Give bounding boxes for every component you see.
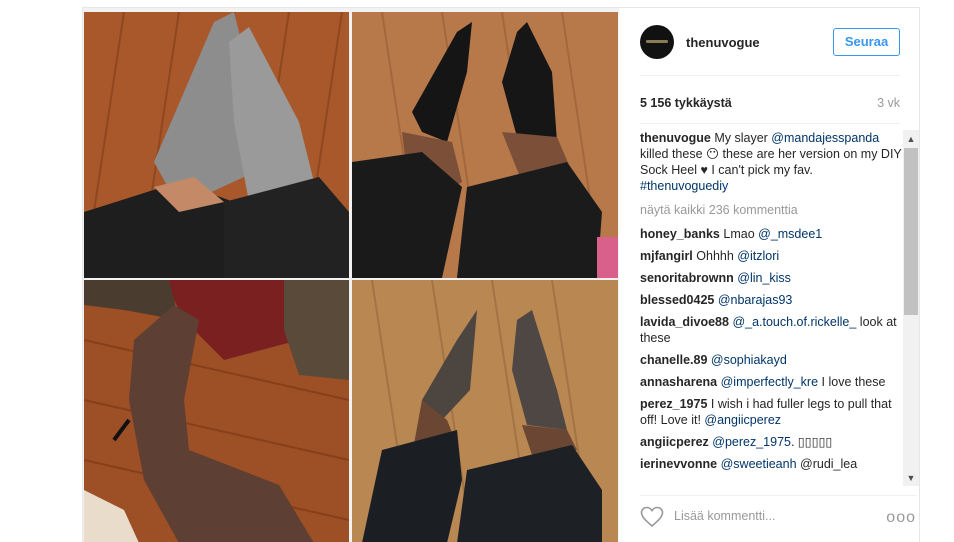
post-author-username[interactable]: thenuvogue xyxy=(686,35,760,50)
comment-text: Ohhhh xyxy=(696,249,738,263)
comment-item: annasharena @imperfectly_kre I love thes… xyxy=(640,374,902,390)
comment-text-tail: I love these xyxy=(818,375,886,389)
comment-mention[interactable]: @lin_kiss xyxy=(737,271,791,285)
collage-photo-2 xyxy=(352,12,618,278)
collage-photo-4 xyxy=(352,280,618,542)
comment-rows: honey_banks Lmao @_msdee1 mjfangirl Ohhhh… xyxy=(640,226,902,472)
divider xyxy=(640,123,900,124)
comment-item: ierinevvonne @sweetieanh @rudi_lea xyxy=(640,456,902,472)
collage-photo-3 xyxy=(84,280,349,542)
comment-mention[interactable]: @sweetieanh xyxy=(721,457,797,471)
comment-item: perez_1975 I wish i had fuller legs to p… xyxy=(640,396,902,428)
comment-mention[interactable]: @nbarajas93 xyxy=(718,293,793,307)
comment-username[interactable]: perez_1975 xyxy=(640,397,707,411)
scrollbar-thumb[interactable] xyxy=(904,148,918,315)
comment-mention[interactable]: @imperfectly_kre xyxy=(721,375,818,389)
collage-photo-1 xyxy=(84,12,349,278)
comment-mention[interactable]: @angiicperez xyxy=(704,413,781,427)
post-age[interactable]: 3 vk xyxy=(877,96,900,110)
add-comment-bar: ooo xyxy=(640,495,916,535)
comment-list: thenuvogue My slayer @mandajesspanda kil… xyxy=(640,130,902,486)
post-caption: thenuvogue My slayer @mandajesspanda kil… xyxy=(640,130,902,194)
avatar-logo xyxy=(646,40,668,43)
comment-text-tail: @rudi_lea xyxy=(796,457,858,471)
caption-hashtag[interactable]: #thenuvoguediy xyxy=(640,179,728,193)
add-comment-input[interactable] xyxy=(674,506,864,526)
arrow-up-icon[interactable]: ▲ xyxy=(903,132,919,146)
comment-text-tail: . ▯▯▯▯▯ xyxy=(790,435,833,449)
comment-mention[interactable]: @perez_1975 xyxy=(712,435,791,449)
comment-username[interactable]: senoritabrownn xyxy=(640,271,734,285)
comment-mention[interactable]: @sophiakayd xyxy=(711,353,787,367)
avatar[interactable] xyxy=(640,25,674,59)
like-count[interactable]: 5 156 tykkäystä xyxy=(640,96,732,110)
comment-item: chanelle.89 @sophiakayd xyxy=(640,352,902,368)
comment-mention[interactable]: @itzlori xyxy=(737,249,779,263)
more-options-icon[interactable]: ooo xyxy=(886,509,916,527)
view-all-comments-link[interactable]: näytä kaikki 236 kommenttia xyxy=(640,202,902,218)
post-header: thenuvogue Seuraa xyxy=(640,24,900,76)
post-stats: 5 156 tykkäystä 3 vk xyxy=(640,96,900,114)
caption-mention[interactable]: @mandajesspanda xyxy=(771,131,879,145)
comment-item: angiicperez @perez_1975. ▯▯▯▯▯ xyxy=(640,434,902,450)
comment-item: senoritabrownn @lin_kiss xyxy=(640,270,902,286)
comments-scrollbar[interactable]: ▲ ▼ xyxy=(903,130,919,486)
arrow-down-icon[interactable]: ▼ xyxy=(903,471,919,485)
comment-item: blessed0425 @nbarajas93 xyxy=(640,292,902,308)
heart-icon[interactable] xyxy=(640,506,664,528)
comment-username[interactable]: angiicperez xyxy=(640,435,709,449)
comment-username[interactable]: ierinevvonne xyxy=(640,457,717,471)
comment-text: Lmao xyxy=(723,227,759,241)
comment-item: mjfangirl Ohhhh @itzlori xyxy=(640,248,902,264)
caption-username[interactable]: thenuvogue xyxy=(640,131,711,145)
post-image-collage[interactable] xyxy=(83,8,619,542)
comment-mention[interactable]: @_msdee1 xyxy=(758,227,822,241)
comment-username[interactable]: annasharena xyxy=(640,375,717,389)
comment-item: honey_banks Lmao @_msdee1 xyxy=(640,226,902,242)
comment-username[interactable]: lavida_divoe88 xyxy=(640,315,729,329)
instagram-post: thenuvogue Seuraa 5 156 tykkäystä 3 vk t… xyxy=(82,7,920,542)
comment-username[interactable]: honey_banks xyxy=(640,227,720,241)
comment-mention[interactable]: @_a.touch.of.rickelle_ xyxy=(732,315,856,329)
comment-username[interactable]: blessed0425 xyxy=(640,293,714,307)
follow-button[interactable]: Seuraa xyxy=(833,28,900,56)
comment-username[interactable]: chanelle.89 xyxy=(640,353,707,367)
caption-text-1: My slayer xyxy=(714,131,772,145)
caption-text-2: killed these 😶 these are her version on … xyxy=(640,147,902,177)
post-sidebar: thenuvogue Seuraa 5 156 tykkäystä 3 vk t… xyxy=(620,8,920,542)
comment-item: lavida_divoe88 @_a.touch.of.rickelle_ lo… xyxy=(640,314,902,346)
comment-username[interactable]: mjfangirl xyxy=(640,249,693,263)
